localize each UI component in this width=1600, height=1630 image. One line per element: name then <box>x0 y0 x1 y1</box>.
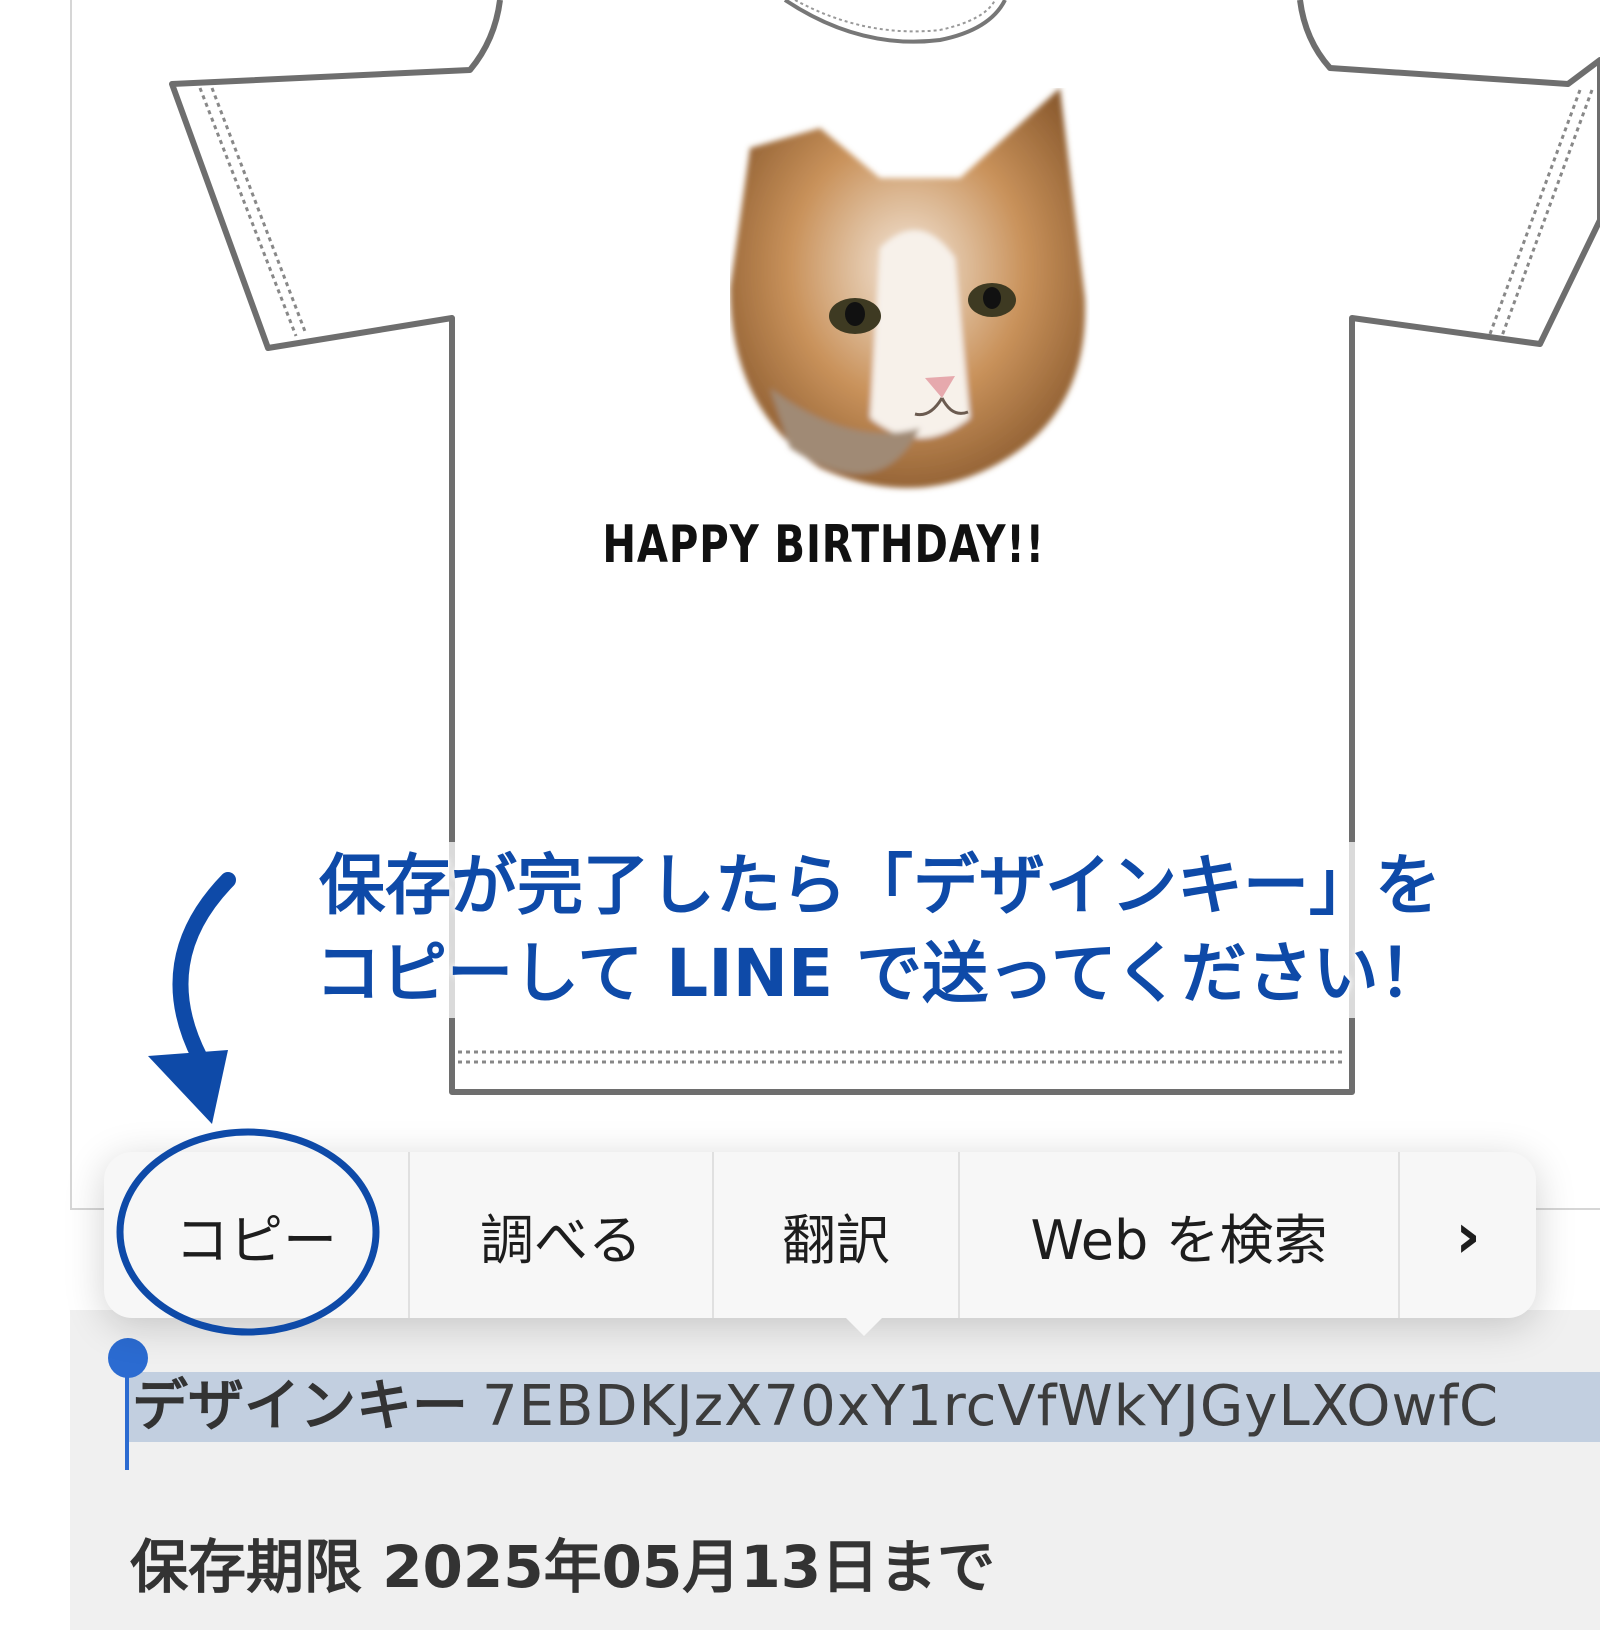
menu-lookup-button[interactable]: 調べる <box>410 1152 714 1318</box>
design-key-row[interactable]: デザインキー 7EBDKJzX70xY1rcVfWkYJGyLXOwfC <box>132 1372 1499 1442</box>
design-key-label: デザインキー <box>132 1374 468 1439</box>
instruction-line-2: コピーして LINE で送ってください！ <box>303 930 1457 1018</box>
instruction-line-1: 保存が完了したら「デザインキー」を <box>307 842 1453 930</box>
instruction-annotation: 保存が完了したら「デザインキー」を コピーして LINE で送ってください！ <box>230 842 1530 1018</box>
menu-copy-button[interactable]: コピー <box>104 1152 410 1318</box>
design-key-value[interactable]: 7EBDKJzX70xY1rcVfWkYJGyLXOwfC <box>482 1374 1499 1439</box>
menu-translate-button[interactable]: 翻訳 <box>714 1152 960 1318</box>
menu-pointer <box>840 1312 888 1336</box>
print-caption: HAPPY BIRTHDAY!! <box>602 515 1045 575</box>
chevron-right-icon[interactable]: › <box>1400 1152 1536 1318</box>
expiry-date-text: 保存期限 2025年05月13日まで <box>130 1533 996 1601</box>
cat-face-print <box>730 88 1086 488</box>
text-context-menu: コピー 調べる 翻訳 Web を検索 › <box>104 1152 1536 1318</box>
menu-search-web-button[interactable]: Web を検索 <box>960 1152 1400 1318</box>
